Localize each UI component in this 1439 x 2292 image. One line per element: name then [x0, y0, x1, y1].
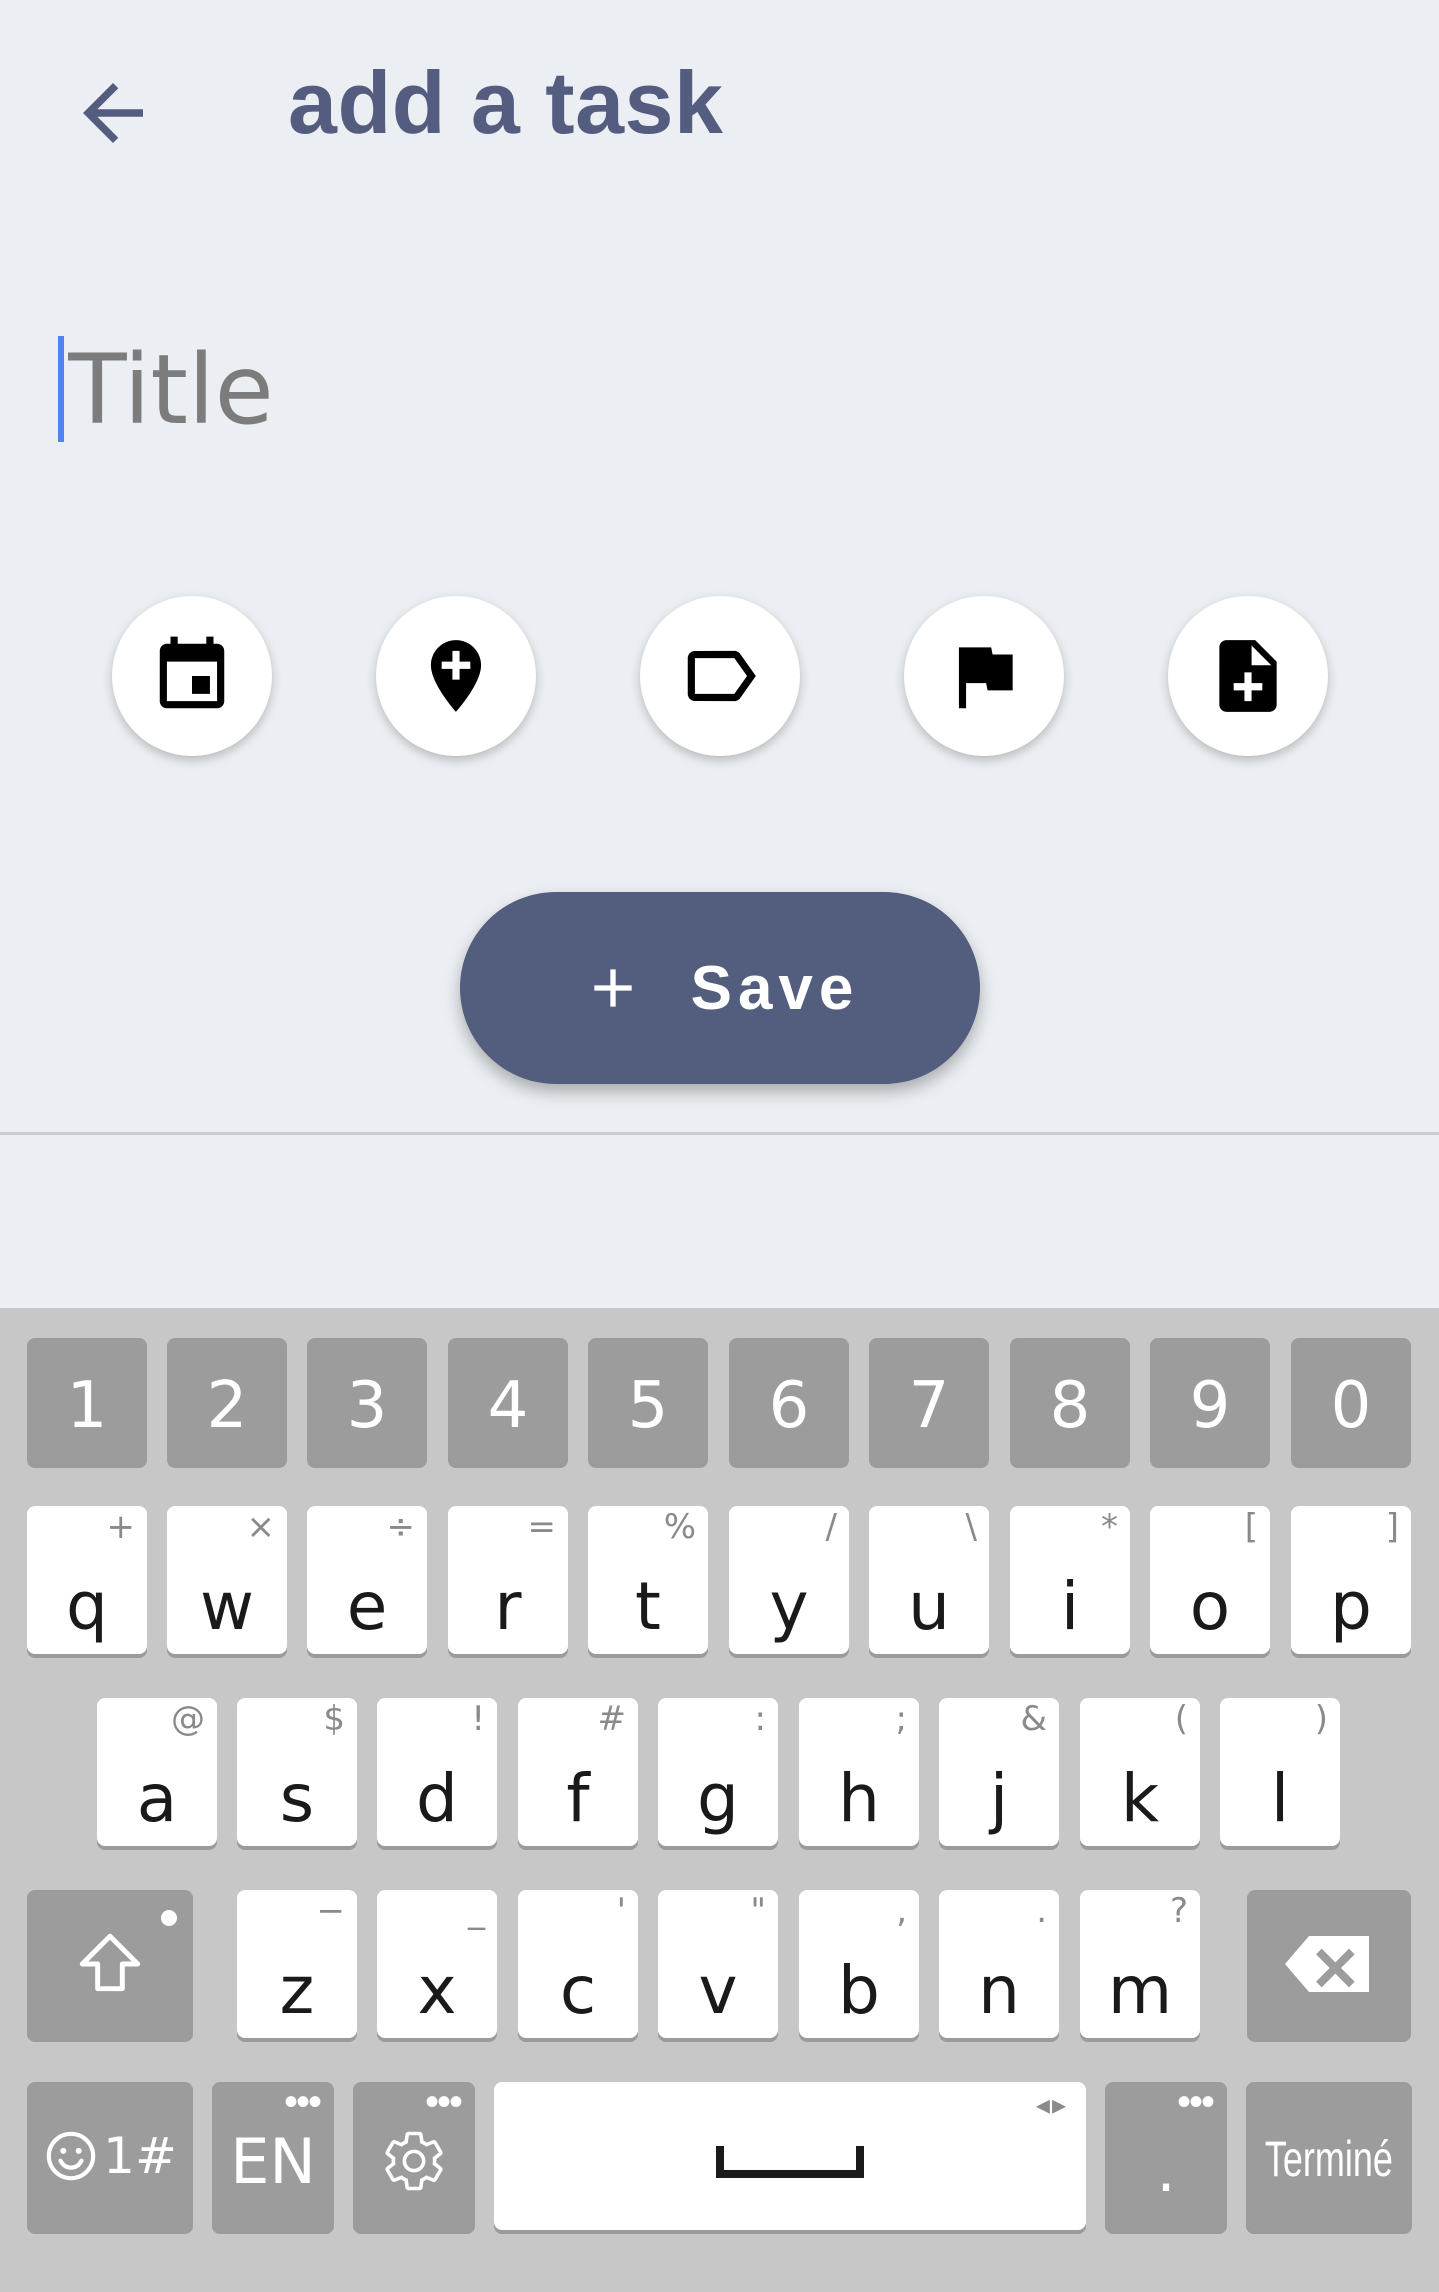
key-u[interactable]: \ u	[869, 1506, 989, 1654]
done-key[interactable]: Terminé	[1246, 2082, 1412, 2230]
symbols-key[interactable]: 1#	[27, 2082, 193, 2230]
title-input[interactable]	[62, 330, 1348, 450]
key-b[interactable]: ,b	[799, 1890, 919, 2038]
add-location-icon	[430, 640, 482, 712]
key-1[interactable]: 1	[27, 1338, 147, 1464]
arrow-back-icon	[83, 83, 143, 143]
language-key[interactable]: ••• EN	[212, 2082, 334, 2230]
shift-indicator-dot	[161, 1910, 177, 1926]
key-t[interactable]: % t	[588, 1506, 708, 1654]
symbols-label: 1#	[103, 2127, 177, 2185]
key-r[interactable]: = r	[448, 1506, 568, 1654]
key-w[interactable]: × w	[167, 1506, 287, 1654]
on-screen-keyboard: 1 2 3 4 5 6 7 8 9 0 + q × w ÷ e = r % t / y \ u…	[0, 1308, 1439, 2292]
key-7[interactable]: 7	[869, 1338, 989, 1464]
key-z[interactable]: − z	[237, 1890, 357, 2038]
key-m[interactable]: ? m	[1080, 1890, 1200, 2038]
key-p[interactable]: ] p	[1291, 1506, 1411, 1654]
space-bar-icon	[716, 2146, 864, 2178]
key-k[interactable]: (k	[1080, 1698, 1200, 1846]
note-add-icon	[1219, 640, 1277, 712]
key-s[interactable]: $ s	[237, 1698, 357, 1846]
backspace-key[interactable]	[1247, 1890, 1411, 2038]
key-e[interactable]: ÷ e	[307, 1506, 427, 1654]
add-location-button[interactable]	[376, 596, 536, 756]
shift-key[interactable]	[27, 1890, 193, 2038]
period-label: .	[1156, 2136, 1176, 2206]
backspace-icon	[1285, 1936, 1369, 1992]
key-6[interactable]: 6	[729, 1338, 849, 1464]
key-n[interactable]: .n	[939, 1890, 1059, 2038]
key-x[interactable]: _ x	[377, 1890, 497, 2038]
key-0[interactable]: 0	[1291, 1338, 1411, 1464]
label-icon	[687, 650, 756, 702]
emoji-icon	[46, 2131, 96, 2181]
add-note-button[interactable]	[1168, 596, 1328, 756]
key-3[interactable]: 3	[307, 1338, 427, 1464]
key-8[interactable]: 8	[1010, 1338, 1130, 1464]
shift-icon	[79, 1933, 141, 1992]
page-title: add a task	[288, 53, 724, 152]
done-label: Terminé	[1264, 2131, 1394, 2187]
calendar-icon	[159, 636, 225, 709]
keyboard-settings-key[interactable]: •••	[353, 2082, 475, 2230]
save-label: Save	[690, 953, 860, 1023]
task-options-row	[0, 596, 1439, 756]
key-v[interactable]: " v	[658, 1890, 778, 2038]
space-key[interactable]: ◂▸	[494, 2082, 1086, 2230]
key-q[interactable]: + q	[27, 1506, 147, 1654]
key-h[interactable]: ; h	[799, 1698, 919, 1846]
key-2[interactable]: 2	[167, 1338, 287, 1464]
key-l[interactable]: ) l	[1220, 1698, 1340, 1846]
key-d[interactable]: ! d	[377, 1698, 497, 1846]
plus-icon	[593, 969, 632, 1007]
label-button[interactable]	[640, 596, 800, 756]
period-key[interactable]: ••• .	[1105, 2082, 1227, 2230]
key-c[interactable]: ' c	[518, 1890, 638, 2038]
save-button[interactable]: Save	[460, 892, 980, 1084]
due-date-button[interactable]	[112, 596, 272, 756]
key-f[interactable]: # f	[518, 1698, 638, 1846]
gear-icon	[385, 2131, 443, 2191]
divider	[0, 1132, 1439, 1135]
key-5[interactable]: 5	[588, 1338, 708, 1464]
priority-button[interactable]	[904, 596, 1064, 756]
language-label: EN	[230, 2124, 316, 2198]
app-header: add a task	[0, 0, 1439, 220]
key-j[interactable]: & j	[939, 1698, 1059, 1846]
key-a[interactable]: @ a	[97, 1698, 217, 1846]
flag-icon	[958, 647, 1013, 709]
key-9[interactable]: 9	[1150, 1338, 1270, 1464]
key-4[interactable]: 4	[448, 1338, 568, 1464]
title-field	[58, 330, 1358, 450]
key-y[interactable]: / y	[729, 1506, 849, 1654]
key-i[interactable]: * i	[1010, 1506, 1130, 1654]
key-g[interactable]: :g	[658, 1698, 778, 1846]
back-button[interactable]	[68, 68, 158, 158]
key-o[interactable]: [o	[1150, 1506, 1270, 1654]
